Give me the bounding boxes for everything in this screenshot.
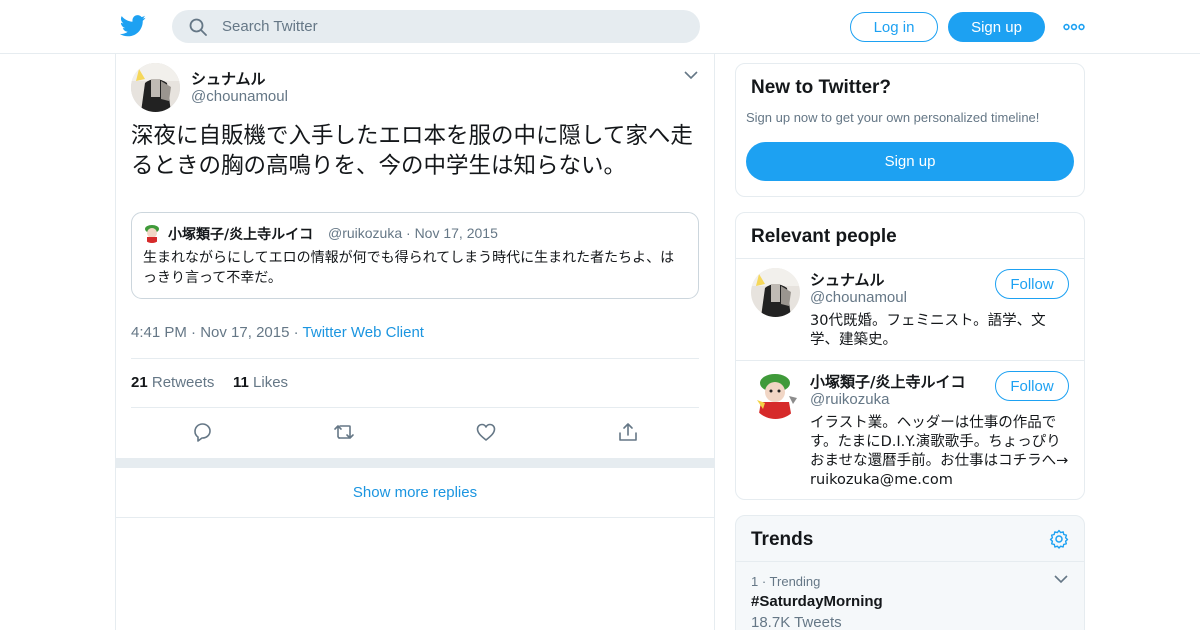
person-handle[interactable]: @ruikozuka	[810, 391, 889, 408]
relevant-people-title: Relevant people	[751, 226, 897, 247]
tweet-time[interactable]: 4:41 PM	[131, 324, 187, 341]
new-to-twitter-card: New to Twitter? Sign up now to get your …	[735, 63, 1085, 197]
gear-icon[interactable]	[1049, 529, 1069, 549]
person-bio: イラスト業。ヘッダーは仕事の作品です。たまにD.I.Y.演歌歌手。ちょっぴりおま…	[810, 415, 1069, 488]
likes-label: Likes	[253, 374, 289, 391]
quoted-tweet-meta: @ruikozuka · Nov 17, 2015	[328, 225, 498, 241]
quoted-tweet[interactable]: 小塚類子/炎上寺ルイコ @ruikozuka · Nov 17, 2015 生ま…	[131, 212, 699, 299]
tweet-column: シュナムル @chounamoul 深夜に自販機で入手したエロ本を服の中に隠して…	[115, 54, 715, 630]
author-avatar[interactable]	[131, 63, 180, 112]
search-input[interactable]	[222, 10, 682, 43]
trends-title: Trends	[751, 529, 814, 550]
tweet-client-link[interactable]: Twitter Web Client	[303, 324, 424, 341]
tweet-stats: 21 Retweets 11 Likes	[131, 358, 699, 408]
tweet-meta: 4:41 PM · Nov 17, 2015 · Twitter Web Cli…	[131, 324, 424, 341]
like-icon[interactable]	[475, 421, 497, 443]
new-to-twitter-subtitle: Sign up now to get your own personalized…	[746, 110, 1040, 125]
twitter-bird-icon[interactable]	[120, 14, 146, 38]
chevron-down-icon[interactable]	[1054, 574, 1068, 584]
retweet-icon[interactable]	[333, 421, 355, 443]
reply-icon[interactable]	[191, 421, 213, 443]
person-avatar[interactable]	[751, 370, 800, 419]
new-to-twitter-title: New to Twitter?	[751, 77, 892, 98]
likes-count: 11	[233, 374, 249, 391]
likes-stat[interactable]: 11 Likes	[233, 374, 288, 391]
person-avatar[interactable]	[751, 268, 800, 317]
follow-button[interactable]: Follow	[995, 269, 1069, 299]
person-name[interactable]: シュナムル	[810, 269, 885, 290]
meta-separator: ·	[191, 324, 201, 341]
relevant-people-card: Relevant people シュナムル @chounamoul 30代既婚。…	[735, 212, 1085, 500]
divider	[736, 561, 1084, 562]
tweet-actions	[116, 408, 714, 458]
person-bio: 30代既婚。フェミニスト。語学、文学、建築史。	[810, 313, 1046, 348]
divider	[736, 258, 1084, 259]
divider	[736, 360, 1084, 361]
person-handle[interactable]: @chounamoul	[810, 289, 907, 306]
sidebar-signup-button[interactable]: Sign up	[746, 142, 1074, 181]
retweets-stat[interactable]: 21 Retweets	[131, 374, 214, 391]
quoted-author-name: 小塚類子/炎上寺ルイコ	[168, 227, 314, 243]
section-divider	[116, 458, 714, 468]
trend-rank: 1 · Trending	[751, 574, 821, 589]
signup-button[interactable]: Sign up	[948, 12, 1045, 42]
trend-tweet-count: 18.7K Tweets	[751, 614, 842, 630]
chevron-down-icon[interactable]	[684, 70, 698, 80]
author-name[interactable]: シュナムル	[191, 68, 266, 89]
retweets-label: Retweets	[151, 374, 215, 391]
search-icon	[189, 18, 207, 36]
person-name[interactable]: 小塚類子/炎上寺ルイコ	[810, 371, 965, 392]
search-box[interactable]	[172, 10, 700, 43]
tweet-date[interactable]: Nov 17, 2015	[200, 324, 289, 341]
trends-card: Trends 1 · Trending #SaturdayMorning 18.…	[735, 515, 1085, 630]
avatar-image	[131, 63, 180, 112]
trend-name[interactable]: #SaturdayMorning	[751, 593, 883, 610]
quoted-author-avatar	[142, 223, 162, 243]
show-more-replies-button[interactable]: Show more replies	[116, 468, 714, 518]
retweets-count: 21	[131, 374, 148, 391]
author-handle[interactable]: @chounamoul	[191, 88, 288, 105]
top-navigation-bar: Log in Sign up	[0, 0, 1200, 54]
meta-separator: ·	[293, 324, 303, 341]
share-icon[interactable]	[617, 421, 639, 443]
follow-button[interactable]: Follow	[995, 371, 1069, 401]
quoted-tweet-text: 生まれながらにしてエロの情報が何でも得られてしまう時代に生まれた者たちよ、はっき…	[143, 250, 675, 286]
more-dots-icon[interactable]	[1063, 18, 1085, 36]
login-button[interactable]: Log in	[850, 12, 938, 42]
tweet-text: 深夜に自販機で入手したエロ本を服の中に隠して家へ走るときの胸の高鳴りを、今の中学…	[131, 123, 693, 179]
